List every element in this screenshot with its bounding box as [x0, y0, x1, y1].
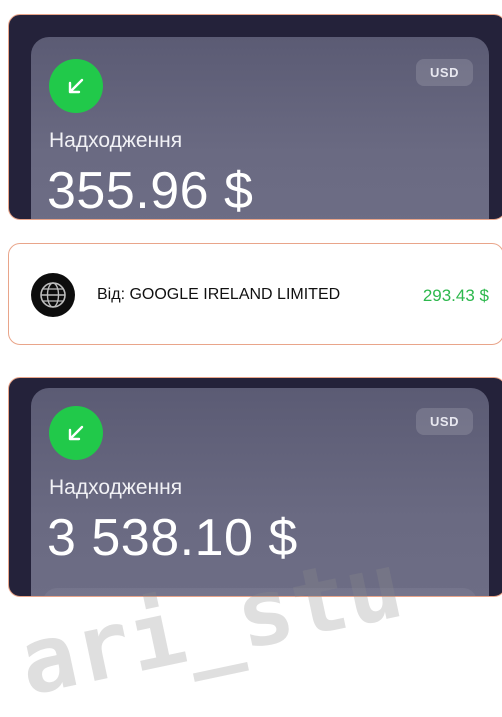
- income-card-1[interactable]: USD Надходження 355.96 $: [8, 14, 502, 220]
- card-label: Надходження: [49, 129, 183, 152]
- currency-badge: USD: [416, 408, 473, 435]
- card-amount: 3 538.10 $: [47, 509, 298, 567]
- income-card-panel: USD Надходження 355.96 $: [31, 37, 489, 220]
- card-amount: 355.96 $: [47, 162, 254, 220]
- incoming-arrow-icon: [49, 406, 103, 460]
- transaction-row[interactable]: Від: GOOGLE IRELAND LIMITED 293.43 $: [8, 243, 502, 345]
- card-label: Надходження: [49, 476, 183, 499]
- transaction-amount: 293.43 $: [422, 286, 489, 305]
- currency-badge: USD: [416, 59, 473, 86]
- income-card-panel: USD Надходження 3 538.10 $: [31, 388, 489, 596]
- income-card-2[interactable]: USD Надходження 3 538.10 $: [8, 377, 502, 597]
- incoming-arrow-icon: [49, 59, 103, 113]
- transaction-sender: Від: GOOGLE IRELAND LIMITED: [97, 286, 341, 303]
- card-inner-strip: [43, 588, 477, 596]
- globe-icon: [31, 273, 75, 317]
